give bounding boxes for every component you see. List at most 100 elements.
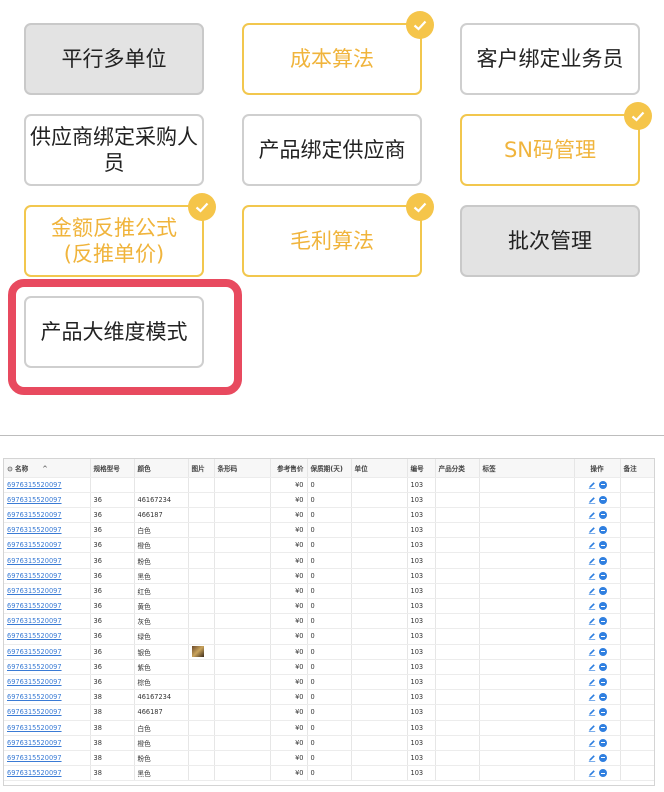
product-link[interactable]: 6976315520097 xyxy=(7,617,62,625)
product-link[interactable]: 6976315520097 xyxy=(7,602,62,610)
col-header-category[interactable]: 产品分类 xyxy=(435,459,480,478)
remove-icon[interactable] xyxy=(598,708,607,717)
product-link[interactable]: 6976315520097 xyxy=(7,496,62,504)
edit-icon[interactable] xyxy=(588,496,596,504)
product-link[interactable]: 6976315520097 xyxy=(7,541,62,549)
cell-name[interactable]: 6976315520097 xyxy=(4,477,91,493)
product-link[interactable]: 6976315520097 xyxy=(7,557,62,565)
option-batch-management[interactable]: 批次管理 xyxy=(460,205,640,277)
col-header-code[interactable]: 编号 xyxy=(407,459,436,478)
cell-name[interactable]: 6976315520097 xyxy=(4,598,91,615)
edit-icon[interactable] xyxy=(588,648,596,656)
edit-icon[interactable] xyxy=(588,481,596,489)
product-link[interactable]: 6976315520097 xyxy=(7,587,62,595)
edit-icon[interactable] xyxy=(588,769,596,777)
option-customer-bind-salesman[interactable]: 客户绑定业务员 xyxy=(460,23,640,95)
option-sn-code-management[interactable]: SN码管理 xyxy=(460,102,652,186)
remove-icon[interactable] xyxy=(598,678,607,687)
table-row[interactable]: 6976315520097 36 黑色 ¥0 0 103 xyxy=(4,568,654,584)
table-row[interactable]: 6976315520097 36 白色 ¥0 0 103 xyxy=(4,522,654,539)
remove-icon[interactable] xyxy=(598,556,607,565)
table-row[interactable]: 6976315520097 36 黄色 ¥0 0 103 xyxy=(4,598,654,615)
table-row[interactable]: 6976315520097 38 黑色 ¥0 0 103 xyxy=(4,765,654,782)
cell-name[interactable]: 6976315520097 xyxy=(4,522,91,539)
product-link[interactable]: 6976315520097 xyxy=(7,632,62,640)
edit-icon[interactable] xyxy=(588,739,596,747)
col-header-shelf-life[interactable]: 保质期(天) xyxy=(307,459,352,478)
edit-icon[interactable] xyxy=(588,632,596,641)
remove-icon[interactable] xyxy=(598,526,607,535)
edit-icon[interactable] xyxy=(588,663,596,671)
table-row[interactable]: 6976315520097 38 白色 ¥0 0 103 xyxy=(4,720,654,736)
remove-icon[interactable] xyxy=(598,617,607,626)
product-link[interactable]: 6976315520097 xyxy=(7,481,62,489)
product-link[interactable]: 6976315520097 xyxy=(7,769,62,777)
table-row[interactable]: 6976315520097 38 466187 ¥0 0 103 xyxy=(4,704,654,721)
table-row[interactable]: 6976315520097 36 橙色 ¥0 0 103 xyxy=(4,537,654,554)
cell-name[interactable]: 6976315520097 xyxy=(4,689,91,706)
remove-icon[interactable] xyxy=(598,510,607,519)
remove-icon[interactable] xyxy=(598,541,607,550)
edit-icon[interactable] xyxy=(588,587,596,595)
table-row[interactable]: 6976315520097 38 46167234 ¥0 0 103 xyxy=(4,689,654,706)
cell-name[interactable]: 6976315520097 xyxy=(4,628,91,645)
col-header-barcode[interactable]: 条形码 xyxy=(214,459,271,478)
table-row[interactable]: 6976315520097 36 46167234 ¥0 0 103 xyxy=(4,492,654,508)
cell-name[interactable]: 6976315520097 xyxy=(4,735,91,751)
table-row[interactable]: 6976315520097 36 绿色 ¥0 0 103 xyxy=(4,628,654,645)
option-cost-algorithm[interactable]: 成本算法 xyxy=(242,11,434,95)
cell-name[interactable]: 6976315520097 xyxy=(4,537,91,554)
edit-icon[interactable] xyxy=(588,602,596,610)
option-gross-profit-algorithm[interactable]: 毛利算法 xyxy=(242,193,434,277)
edit-icon[interactable] xyxy=(588,572,596,580)
cell-name[interactable]: 6976315520097 xyxy=(4,568,91,584)
edit-icon[interactable] xyxy=(588,557,596,565)
table-row[interactable]: 6976315520097 36 灰色 ¥0 0 103 xyxy=(4,613,654,630)
option-product-large-dimension-mode[interactable]: 产品大维度模式 xyxy=(24,296,204,368)
table-row[interactable]: 6976315520097 36 粉色 ¥0 0 103 xyxy=(4,552,654,569)
remove-icon[interactable] xyxy=(598,480,607,489)
remove-icon[interactable] xyxy=(598,647,607,656)
remove-icon[interactable] xyxy=(598,662,607,671)
cell-name[interactable]: 6976315520097 xyxy=(4,765,91,782)
table-row[interactable]: 6976315520097 36 红色 ¥0 0 103 xyxy=(4,583,654,600)
remove-icon[interactable] xyxy=(598,602,607,611)
remove-icon[interactable] xyxy=(598,769,607,778)
remove-icon[interactable] xyxy=(598,632,607,641)
product-thumbnail[interactable] xyxy=(191,646,204,658)
edit-icon[interactable] xyxy=(588,708,596,717)
cell-name[interactable]: 6976315520097 xyxy=(4,674,91,691)
option-amount-reverse-formula[interactable]: 金额反推公式(反推单价) xyxy=(24,193,216,277)
table-row[interactable]: 6976315520097 38 粉色 ¥0 0 103 xyxy=(4,750,654,767)
table-row[interactable]: 6976315520097 36 银色 ¥0 0 103 xyxy=(4,644,654,660)
cell-name[interactable]: 6976315520097 xyxy=(4,507,91,524)
col-header-remark[interactable]: 备注 xyxy=(620,459,654,478)
cell-name[interactable]: 6976315520097 xyxy=(4,704,91,721)
product-link[interactable]: 6976315520097 xyxy=(7,663,62,671)
col-header-price[interactable]: 参考售价 xyxy=(270,459,308,478)
edit-icon[interactable] xyxy=(588,526,596,534)
cell-name[interactable]: 6976315520097 xyxy=(4,583,91,600)
option-parallel-multi-unit[interactable]: 平行多单位 xyxy=(24,23,204,95)
remove-icon[interactable] xyxy=(598,723,607,732)
col-header-name[interactable]: 名称 ^ xyxy=(4,459,91,478)
cell-name[interactable]: 6976315520097 xyxy=(4,750,91,767)
product-link[interactable]: 6976315520097 xyxy=(7,708,62,716)
edit-icon[interactable] xyxy=(588,754,596,762)
product-link[interactable]: 6976315520097 xyxy=(7,739,62,747)
edit-icon[interactable] xyxy=(588,541,596,550)
edit-icon[interactable] xyxy=(588,724,596,732)
option-supplier-bind-purchaser[interactable]: 供应商绑定采购人员 xyxy=(24,114,204,186)
edit-icon[interactable] xyxy=(588,678,596,686)
col-header-tag[interactable]: 标签 xyxy=(479,459,575,478)
cell-name[interactable]: 6976315520097 xyxy=(4,613,91,630)
cell-name[interactable]: 6976315520097 xyxy=(4,659,91,675)
cell-name[interactable]: 6976315520097 xyxy=(4,720,91,736)
col-header-image[interactable]: 图片 xyxy=(188,459,215,478)
table-row[interactable]: 6976315520097 36 紫色 ¥0 0 103 xyxy=(4,659,654,675)
edit-icon[interactable] xyxy=(588,693,596,701)
remove-icon[interactable] xyxy=(598,586,607,595)
col-header-spec[interactable]: 规格型号 xyxy=(90,459,135,478)
product-link[interactable]: 6976315520097 xyxy=(7,678,62,686)
product-link[interactable]: 6976315520097 xyxy=(7,648,62,656)
